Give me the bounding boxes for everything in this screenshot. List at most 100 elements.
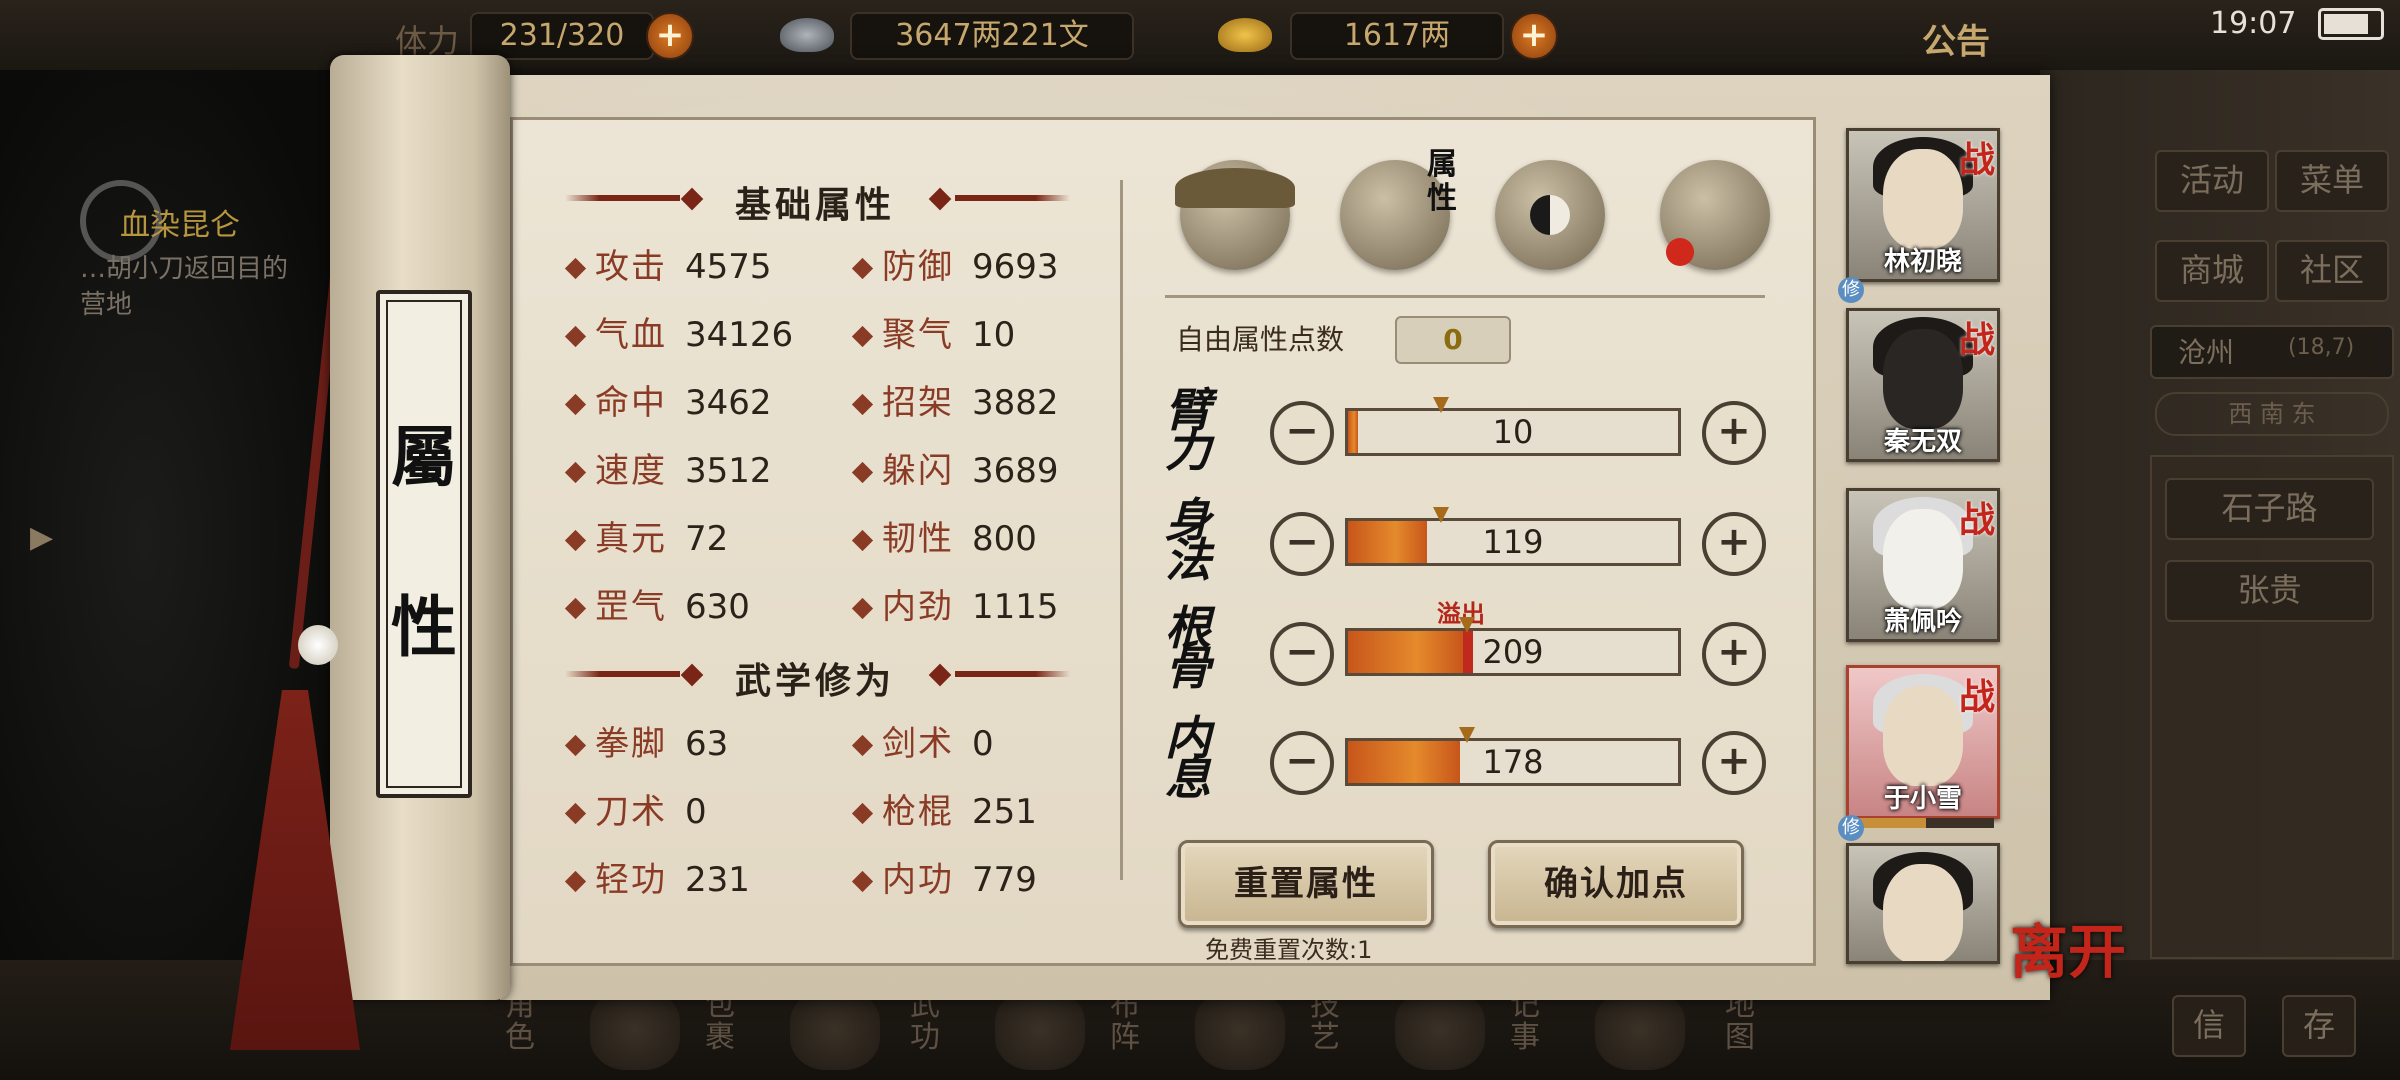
tab-attributes-label: 属性	[1427, 147, 1457, 216]
reset-attributes-button[interactable]: 重置属性	[1178, 840, 1434, 928]
inner-breath-plus-button[interactable]: +	[1702, 731, 1766, 795]
quest-title[interactable]: 血染昆仑	[120, 200, 240, 244]
expand-arrow-icon[interactable]: ▶	[30, 520, 53, 555]
attr-label-inner-breath: 内息	[1165, 711, 1211, 805]
stat-blade: 刀术 0	[564, 787, 707, 837]
stat-attack: 攻击 4575	[564, 242, 772, 292]
mail-button[interactable]: 信	[2172, 995, 2246, 1057]
party-member-name: 林初晓	[1883, 247, 1962, 277]
tab-underline	[1165, 295, 1765, 298]
title-ornament-right	[955, 195, 1070, 201]
attr-label-agility: 身法	[1165, 493, 1211, 587]
map-icon[interactable]	[1595, 990, 1685, 1070]
panel-divider	[1120, 180, 1123, 880]
constitution-value: 209	[1482, 633, 1544, 671]
leave-button[interactable]: 离开	[2010, 905, 2126, 989]
straw-hat-icon	[1175, 168, 1295, 208]
party-member-5[interactable]	[1846, 843, 2000, 964]
tab-meridian-icon[interactable]	[1660, 160, 1770, 270]
storage-button[interactable]: 存	[2282, 995, 2356, 1057]
formation-icon[interactable]	[995, 990, 1085, 1070]
party-member-4[interactable]: 战 于小雪	[1846, 665, 2000, 819]
inner-breath-bar: 178	[1345, 727, 1681, 786]
tab-character-portrait[interactable]	[1175, 160, 1295, 270]
battle-tag: 战	[1958, 499, 1995, 541]
battle-tag: 战	[1958, 319, 1995, 361]
party-member-1[interactable]: 战 林初晓	[1846, 128, 2000, 282]
stat-lightness: 轻功 231	[564, 855, 750, 905]
quest-desc-2: 营地	[80, 290, 133, 320]
stat-inner-force: 内劲 1115	[851, 582, 1059, 632]
agility-bar: 119	[1345, 507, 1681, 566]
title-ornament-left-2	[565, 671, 680, 677]
constitution-plus-button[interactable]: +	[1702, 622, 1766, 686]
party-member-name: 于小雪	[1883, 784, 1962, 814]
stat-true-yuan: 真元 72	[564, 514, 728, 564]
tab-bagua-icon[interactable]	[1495, 160, 1605, 270]
scroll-title-char-1: 屬	[391, 418, 457, 496]
shop-button[interactable]: 商城	[2155, 240, 2269, 302]
attr-label-strength: 臂力	[1165, 383, 1211, 477]
scroll-title-char-2: 性	[391, 588, 457, 666]
party-member-3[interactable]: 战 萧佩吟	[1846, 488, 2000, 642]
free-points-label: 自由属性点数	[1176, 323, 1345, 356]
stat-spear: 枪棍 251	[851, 787, 1037, 837]
stat-gather-qi: 聚气 10	[851, 310, 1015, 360]
inner-breath-value: 178	[1482, 743, 1544, 781]
community-button[interactable]: 社区	[2275, 240, 2389, 302]
skill-icon[interactable]	[1195, 990, 1285, 1070]
menu-button[interactable]: 菜单	[2275, 150, 2389, 212]
stat-hp: 气血 34126	[564, 310, 793, 360]
clock: 19:07	[2210, 6, 2297, 41]
location-name: 沧州	[2178, 336, 2235, 369]
title-ornament-left	[565, 195, 680, 201]
stat-sword: 剑术 0	[851, 719, 994, 769]
party-member-2[interactable]: 战 秦无双	[1846, 308, 2000, 462]
strength-minus-button[interactable]: −	[1270, 401, 1334, 465]
notice-button[interactable]: 公告	[1922, 14, 1990, 63]
tassel-bead	[298, 625, 338, 665]
battle-tag: 战	[1958, 139, 1995, 181]
silver-amount: 3647两221文	[850, 12, 1134, 60]
stat-toughness: 韧性 800	[851, 514, 1037, 564]
gold-ingot-icon	[1218, 18, 1272, 52]
add-stamina-button[interactable]: +	[646, 12, 694, 60]
cultivate-badge: 修	[1838, 277, 1864, 303]
stat-hit: 命中 3462	[564, 378, 772, 428]
attr-label-constitution: 根骨	[1165, 601, 1211, 695]
location-coords: (18,7)	[2288, 335, 2355, 360]
bag-icon[interactable]	[590, 990, 680, 1070]
journal-icon[interactable]	[1395, 990, 1485, 1070]
activity-button[interactable]: 活动	[2155, 150, 2269, 212]
martial-icon[interactable]	[790, 990, 880, 1070]
strength-plus-button[interactable]: +	[1702, 401, 1766, 465]
strength-value: 10	[1492, 413, 1534, 451]
stat-fist: 拳脚 63	[564, 719, 728, 769]
confirm-points-button[interactable]: 确认加点	[1488, 840, 1744, 928]
silver-icon	[780, 18, 834, 52]
stat-parry: 招架 3882	[851, 378, 1059, 428]
title-ornament-right-2	[955, 671, 1070, 677]
agility-value: 119	[1482, 523, 1544, 561]
martial-title: 武学修为	[734, 661, 895, 702]
add-gold-button[interactable]: +	[1510, 12, 1558, 60]
free-reset-count: 免费重置次数:1	[1205, 936, 1373, 964]
npc-zhang-gui[interactable]: 张贵	[2165, 560, 2374, 622]
stamina-value: 231/320	[470, 12, 654, 60]
strength-bar: 10	[1345, 397, 1681, 456]
free-points-value: 0	[1395, 316, 1511, 364]
inner-breath-minus-button[interactable]: −	[1270, 731, 1334, 795]
party-member-4-bar	[1846, 818, 1994, 828]
compass: 西 南 东	[2155, 392, 2389, 436]
party-member-name: 萧佩吟	[1883, 607, 1962, 637]
constitution-minus-button[interactable]: −	[1270, 622, 1334, 686]
agility-plus-button[interactable]: +	[1702, 512, 1766, 576]
gold-amount: 1617两	[1290, 12, 1504, 60]
stat-dodge: 躲闪 3689	[851, 446, 1059, 496]
battle-tag: 战	[1958, 676, 1995, 718]
stat-defense: 防御 9693	[851, 242, 1059, 292]
red-dot-icon	[1666, 238, 1694, 266]
battery-icon	[2318, 8, 2384, 40]
agility-minus-button[interactable]: −	[1270, 512, 1334, 576]
npc-stone-road[interactable]: 石子路	[2165, 478, 2374, 540]
